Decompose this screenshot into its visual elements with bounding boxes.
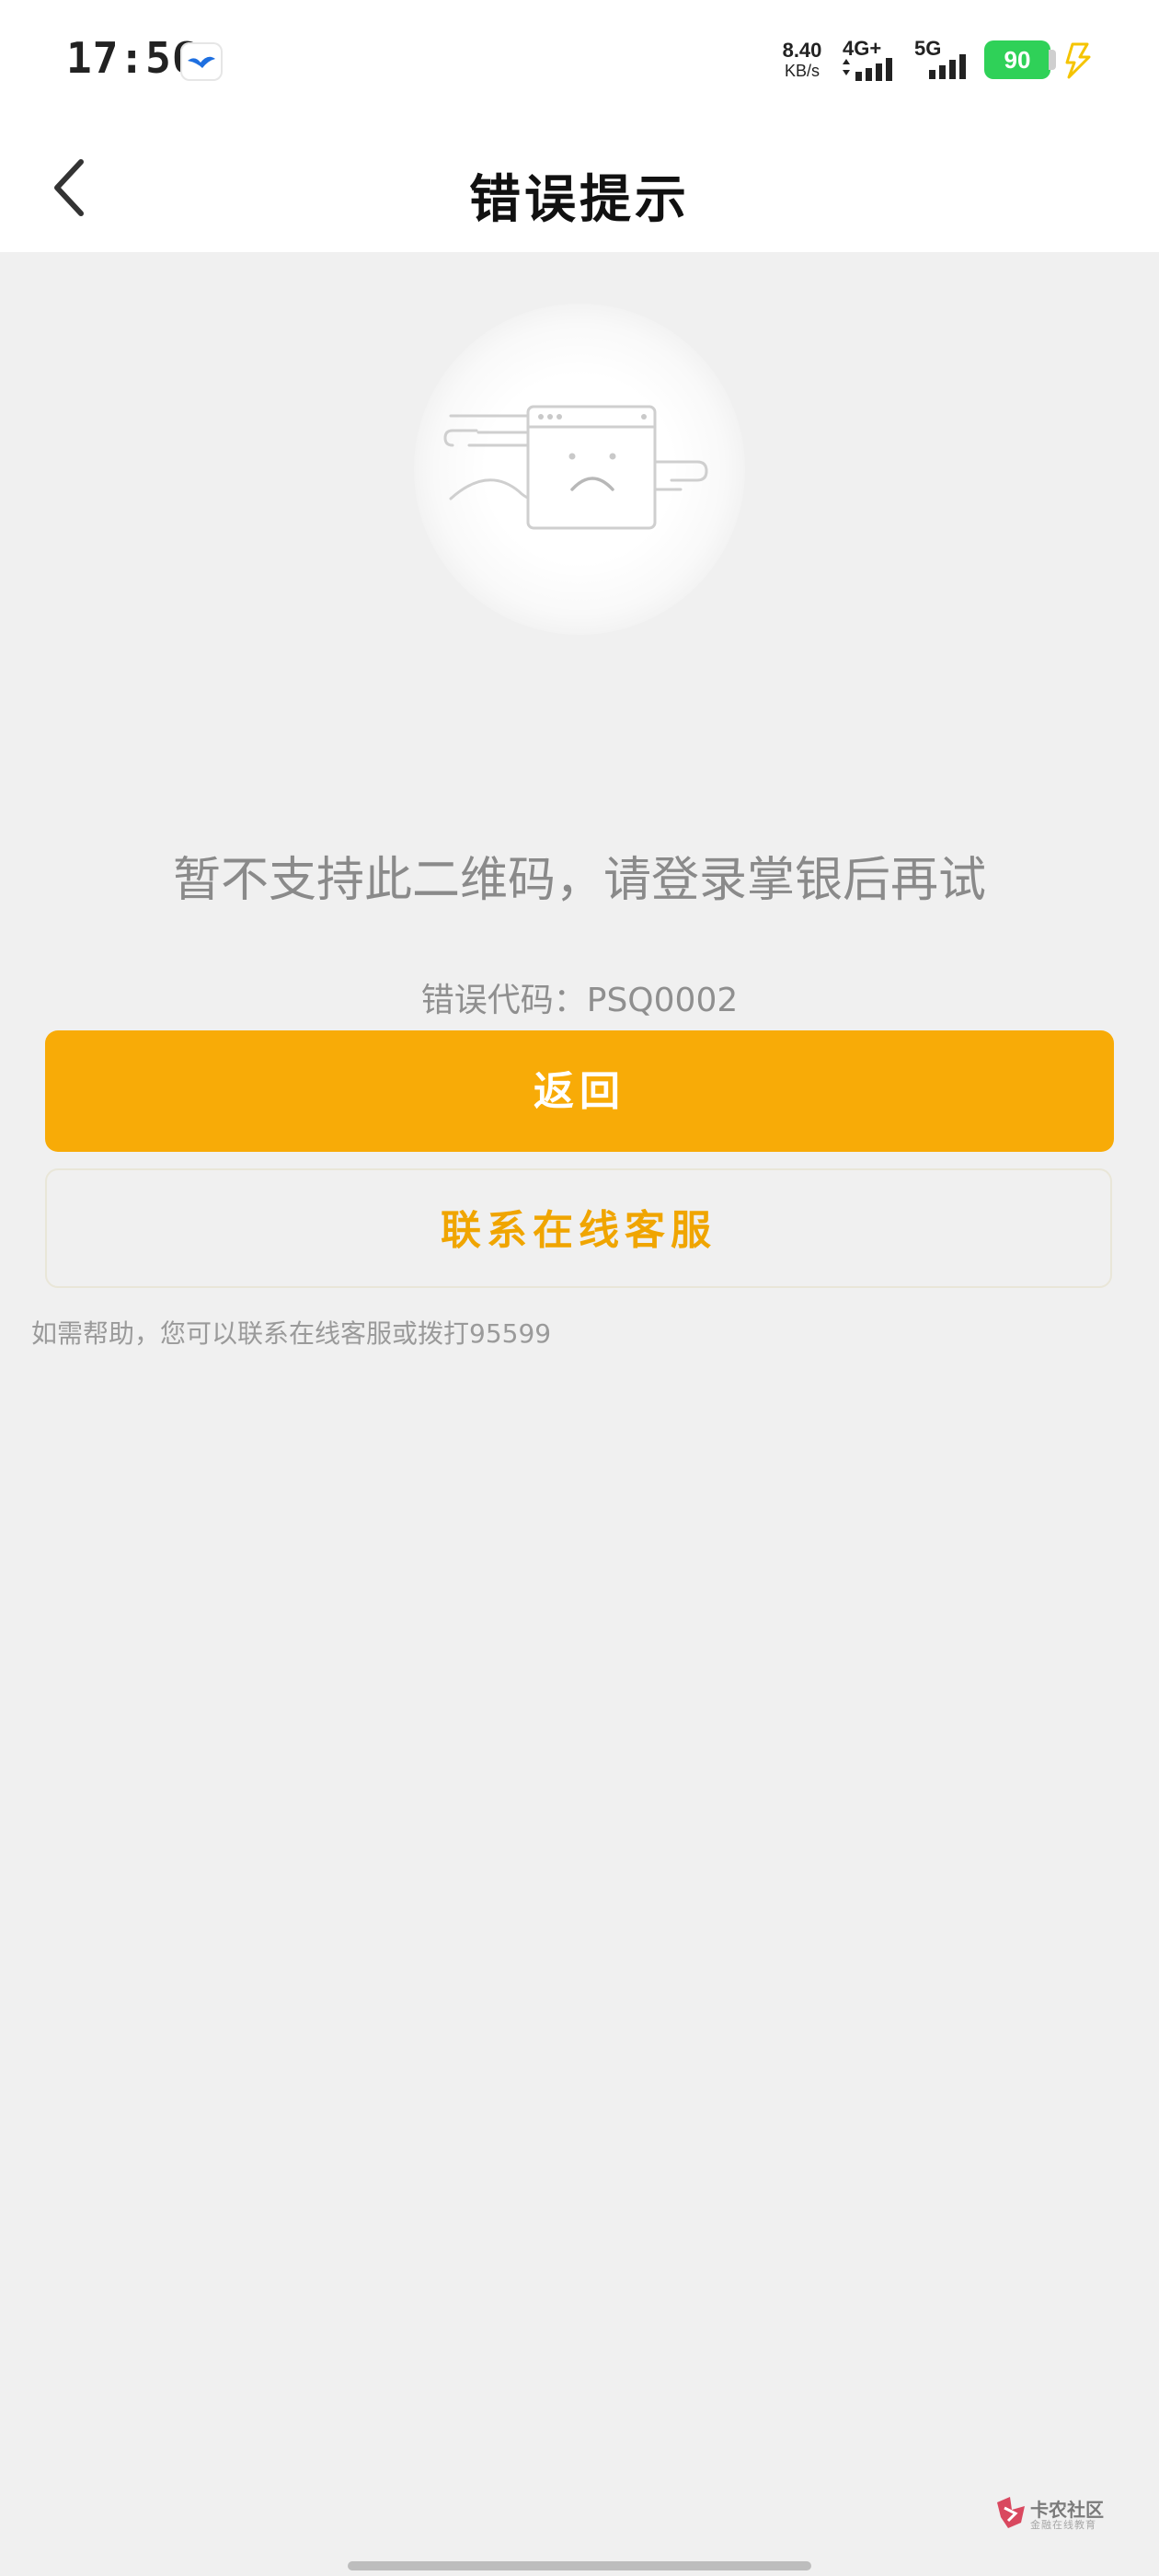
sad-browser-icon	[443, 405, 708, 530]
home-indicator[interactable]	[348, 2561, 811, 2570]
error-message: 暂不支持此二维码，请登录掌银后再试	[172, 853, 986, 908]
nav-header: 错误提示	[0, 125, 1159, 252]
charging-icon	[1065, 42, 1091, 79]
battery-cap	[1049, 50, 1056, 70]
return-button[interactable]: 返回	[45, 1030, 1114, 1152]
contact-service-button[interactable]: 联系在线客服	[45, 1168, 1112, 1288]
watermark-logo-icon	[997, 2497, 1025, 2528]
speed-value: 8.40	[782, 39, 822, 62]
signal-icon-2	[929, 54, 966, 79]
status-time: 17:56	[66, 33, 199, 83]
page-title: 错误提示	[469, 169, 690, 230]
watermark: 卡农社区 金融在线教育	[993, 2493, 1122, 2534]
error-code: 错误代码：PSQ0002	[420, 982, 739, 1019]
speed-unit: KB/s	[784, 62, 820, 80]
battery-level: 90	[984, 40, 1050, 79]
watermark-subtitle: 金融在线教育	[1030, 2519, 1096, 2531]
status-bar: 17:56 8.40 KB/s 4G+ 5G 90	[0, 0, 1159, 125]
help-text: 如需帮助，您可以联系在线客服或拨打95599	[31, 1318, 552, 1349]
bird-app-icon	[180, 42, 223, 81]
signal-icon-1	[843, 58, 892, 81]
error-illustration	[368, 294, 791, 644]
network-speed: 8.40 KB/s	[778, 39, 826, 80]
